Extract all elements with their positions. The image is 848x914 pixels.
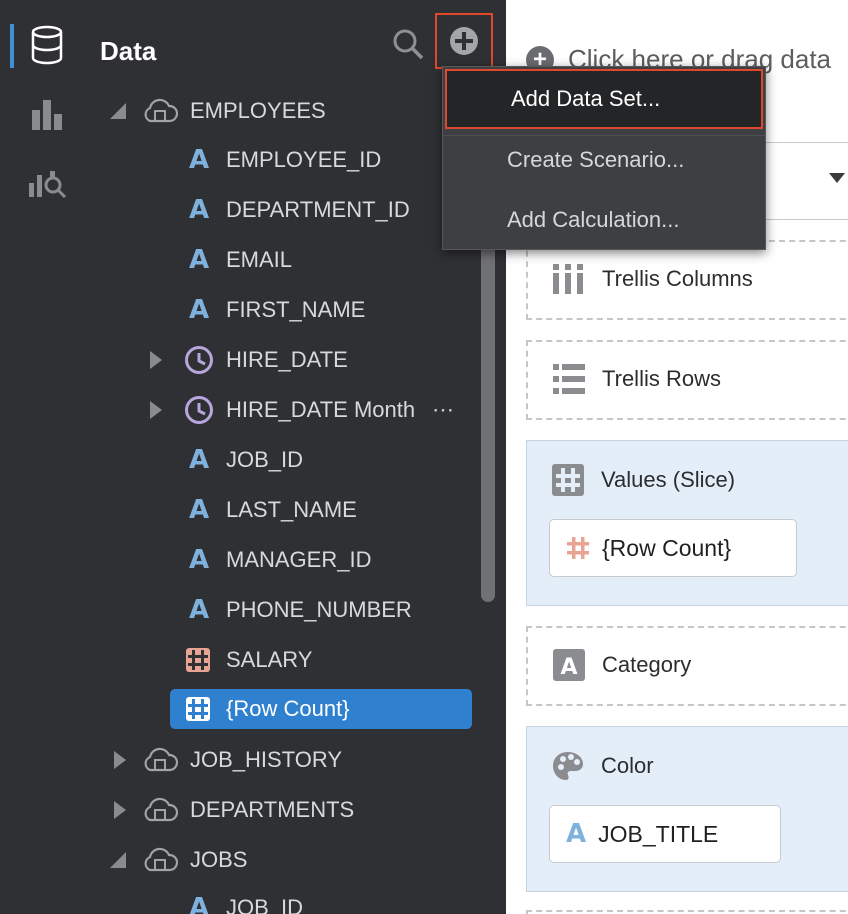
values-pill-row-count[interactable]: {Row Count} (549, 519, 797, 577)
tree-item-label: HIRE_DATE Month (226, 397, 416, 422)
dataset-employees[interactable]: EMPLOYEES (84, 91, 474, 131)
tree-item-label: JOB_ID (226, 895, 304, 914)
tree-column-phone-number[interactable]: A PHONE_NUMBER (84, 590, 474, 630)
panel-title: Data (100, 36, 157, 66)
color-dropzone[interactable]: Color A JOB_TITLE (526, 726, 848, 892)
active-tab-indicator (10, 24, 14, 68)
measure-hash-icon (186, 648, 210, 672)
next-dropzone[interactable] (526, 910, 848, 914)
visualizations-icon[interactable] (24, 90, 70, 136)
more-options-icon[interactable]: ⋯ (432, 397, 454, 423)
tree-item-label: SALARY (226, 647, 313, 672)
tree-item-label: DEPARTMENT_ID (226, 197, 410, 222)
tree-item-label: EMPLOYEES (190, 98, 326, 123)
tree-column-email[interactable]: A EMAIL (84, 240, 474, 280)
expand-triangle-icon[interactable] (150, 351, 162, 369)
attribute-icon: A (188, 145, 210, 175)
tree-item-label: EMPLOYEE_ID (226, 147, 382, 172)
attribute-icon: A (188, 295, 210, 325)
chevron-down-icon (829, 173, 845, 183)
slot-label: Trellis Rows (602, 366, 721, 391)
tree-item-label: FIRST_NAME (226, 297, 366, 322)
tree-item-label: HIRE_DATE (226, 347, 348, 372)
expand-triangle-icon[interactable] (150, 401, 162, 419)
values-dropzone[interactable]: Values (Slice) {Row Count} (526, 440, 848, 606)
trellis-rows-dropzone[interactable]: Trellis Rows (526, 340, 848, 420)
attribute-icon: A (188, 595, 210, 625)
tree-item-label: EMAIL (226, 247, 293, 272)
dataset-cloud-icon (144, 797, 178, 822)
add-menu: Add Data Set... Create Scenario... Add C… (442, 66, 766, 250)
attribute-icon: A (188, 195, 210, 225)
slot-label: Values (Slice) (601, 467, 736, 492)
color-pill-job-title[interactable]: A JOB_TITLE (549, 805, 781, 863)
measure-hash-icon (186, 697, 210, 721)
dataset-cloud-icon (144, 98, 178, 123)
category-dropzone[interactable]: A Category (526, 626, 848, 706)
tree-column-department-id[interactable]: A DEPARTMENT_ID (84, 190, 474, 230)
tree-column-job-id[interactable]: A JOB_ID (84, 440, 474, 480)
pill-label: JOB_TITLE (598, 820, 719, 847)
tree-item-label: LAST_NAME (226, 497, 357, 522)
dataset-job-history[interactable]: JOB_HISTORY (84, 740, 474, 780)
time-icon (185, 346, 213, 374)
dataset-cloud-icon (144, 847, 178, 872)
tree-item-label: {Row Count} (226, 696, 350, 721)
collapse-triangle-icon[interactable] (110, 852, 126, 868)
collapse-triangle-icon[interactable] (110, 103, 126, 119)
database-icon[interactable] (24, 22, 70, 68)
trellis-columns-dropzone[interactable]: Trellis Columns (526, 240, 848, 320)
expand-triangle-icon[interactable] (114, 801, 126, 819)
tree-column-salary[interactable]: SALARY (84, 640, 474, 680)
analytics-icon[interactable] (24, 160, 70, 206)
navigation-rail (0, 0, 84, 914)
scrollbar[interactable] (481, 230, 495, 602)
attribute-icon: A (188, 893, 210, 914)
tree-item-label: MANAGER_ID (226, 547, 372, 572)
measure-hash-icon (567, 537, 589, 559)
tree-column-hire-date[interactable]: HIRE_DATE (84, 340, 474, 380)
slot-label: Category (602, 652, 692, 677)
tree-item-label: JOB_HISTORY (190, 747, 343, 772)
dataset-jobs[interactable]: JOBS (84, 840, 474, 880)
attribute-icon: A (188, 445, 210, 475)
tree-column-row-count[interactable]: {Row Count} (170, 689, 472, 729)
tree-item-label: PHONE_NUMBER (226, 597, 412, 622)
tree-item-label: JOB_ID (226, 447, 304, 472)
palette-icon (551, 749, 585, 783)
tree-column-first-name[interactable]: A FIRST_NAME (84, 290, 474, 330)
attribute-icon: A (552, 648, 586, 682)
dataset-cloud-icon (144, 747, 178, 772)
menu-item-add-calculation[interactable]: Add Calculation... (443, 190, 765, 250)
tree-column-employee-id[interactable]: A EMPLOYEE_ID (84, 140, 474, 180)
attribute-icon: A (188, 545, 210, 575)
tree-column-hire-date-month[interactable]: HIRE_DATE Month ⋯ (84, 390, 474, 430)
attribute-icon: A (188, 495, 210, 525)
attribute-icon: A (188, 245, 210, 275)
menu-item-add-data-set[interactable]: Add Data Set... (445, 69, 763, 129)
menu-item-create-scenario[interactable]: Create Scenario... (443, 130, 765, 190)
slot-label: Color (601, 753, 654, 778)
tree-column-jobs-job-id[interactable]: A JOB_ID (84, 888, 474, 914)
trellis-columns-icon (552, 262, 586, 296)
time-icon (185, 396, 213, 424)
slot-label: Trellis Columns (602, 266, 753, 291)
tree-column-last-name[interactable]: A LAST_NAME (84, 490, 474, 530)
tree-item-label: JOBS (190, 847, 248, 872)
trellis-rows-icon (552, 362, 586, 396)
svg-text:A: A (560, 655, 577, 680)
attribute-icon: A (566, 819, 587, 849)
expand-triangle-icon[interactable] (114, 751, 126, 769)
dataset-departments[interactable]: DEPARTMENTS (84, 790, 474, 830)
tree-column-manager-id[interactable]: A MANAGER_ID (84, 540, 474, 580)
tree-item-label: DEPARTMENTS (190, 797, 355, 822)
add-button[interactable] (435, 13, 493, 69)
add-icon (450, 27, 478, 55)
search-icon[interactable] (390, 26, 426, 62)
pill-label: {Row Count} (602, 534, 732, 561)
values-hash-icon (551, 463, 585, 497)
